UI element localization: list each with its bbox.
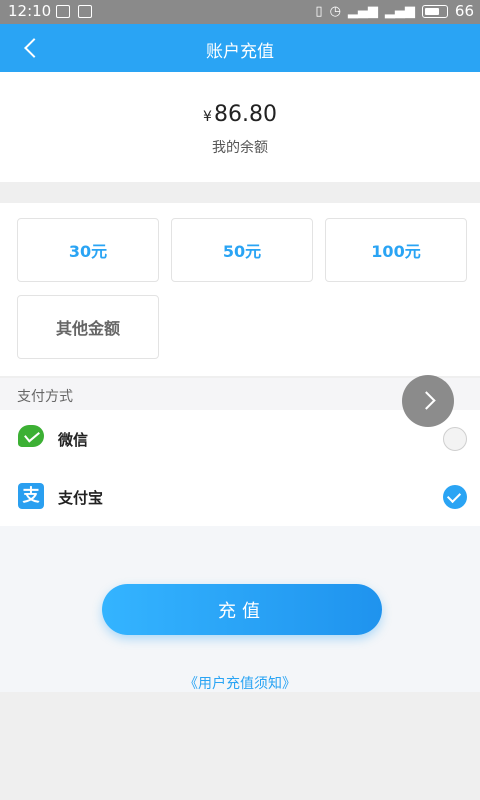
status-time: 12:10 bbox=[8, 2, 52, 20]
payment-methods: 微信 支 支付宝 bbox=[0, 410, 480, 526]
message-icon bbox=[78, 5, 92, 18]
alarm-icon: ◷ bbox=[329, 3, 341, 19]
floating-chevron-right-icon[interactable] bbox=[402, 375, 454, 427]
payment-option-label: 支付宝 bbox=[58, 489, 104, 507]
amount-option-30[interactable]: 30元 bbox=[17, 218, 159, 282]
notification-icon bbox=[56, 5, 70, 18]
amount-option-100[interactable]: 100元 bbox=[325, 218, 467, 282]
payment-section-title: 支付方式 bbox=[17, 389, 73, 405]
status-bar: 12:10 ▯ ◷ ▂▄▆ ▂▄▆ 66 bbox=[0, 0, 480, 24]
battery-level: 66 bbox=[454, 2, 474, 20]
alipay-icon: 支 bbox=[18, 483, 46, 509]
amount-option-other[interactable]: 其他金额 bbox=[17, 295, 159, 359]
nav-bar: 账户充值 bbox=[0, 24, 480, 72]
radio-unchecked-icon[interactable] bbox=[443, 427, 467, 451]
balance-label: 我的余额 bbox=[212, 140, 268, 156]
wechat-icon bbox=[18, 425, 46, 451]
payment-option-label: 微信 bbox=[58, 431, 89, 449]
balance-amount: ¥86.80 bbox=[0, 102, 480, 127]
signal-icon: ▂▄▆ bbox=[347, 3, 378, 19]
currency-symbol: ¥ bbox=[203, 109, 212, 125]
vibrate-icon: ▯ bbox=[315, 3, 323, 19]
signal-2-icon: ▂▄▆ bbox=[384, 3, 415, 19]
balance-value: 86.80 bbox=[213, 102, 277, 127]
radio-checked-icon[interactable] bbox=[443, 485, 467, 509]
recharge-button[interactable]: 充值 bbox=[102, 584, 382, 635]
battery-icon bbox=[421, 4, 448, 18]
payment-option-alipay[interactable]: 支 支付宝 bbox=[0, 468, 480, 526]
balance-card: ¥86.80 我的余额 bbox=[0, 72, 480, 182]
recharge-notice-link[interactable]: 《用户充值须知》 bbox=[0, 673, 480, 693]
recharge-amounts: 30元 50元 100元 其他金额 bbox=[0, 203, 480, 376]
page-title: 账户充值 bbox=[206, 42, 274, 62]
amount-option-50[interactable]: 50元 bbox=[171, 218, 313, 282]
